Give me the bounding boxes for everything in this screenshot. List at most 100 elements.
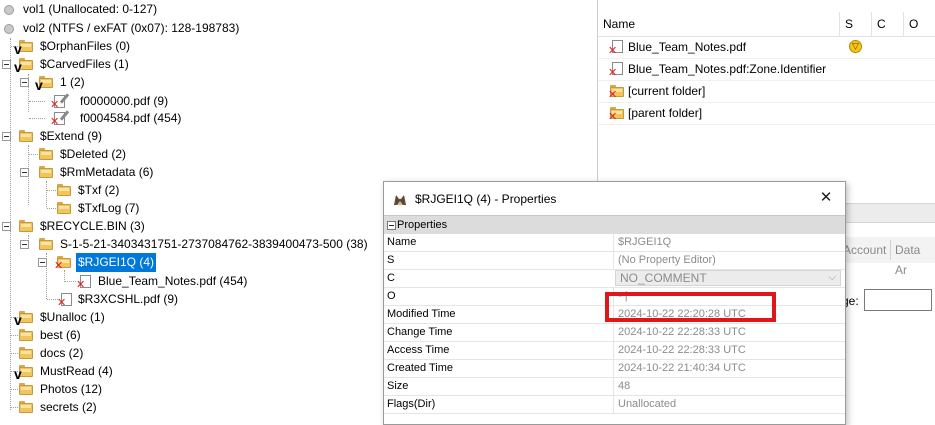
property-key: C xyxy=(387,272,395,284)
deleted-x-icon: ✕ xyxy=(608,89,618,101)
collapse-toggle-icon[interactable] xyxy=(2,222,11,231)
tree-node-label: Photos (12) xyxy=(40,382,103,396)
properties-section-header[interactable]: Properties xyxy=(384,215,845,234)
tree-node[interactable]: $Deleted (2) xyxy=(0,145,600,164)
list-row-name: Blue_Team_Notes.pdf xyxy=(628,40,747,54)
tree-node-label: $CarvedFiles (1) xyxy=(40,57,129,71)
chevron-down-icon: ⌵ xyxy=(828,272,836,283)
tree-node[interactable]: $RmMetadata (6) xyxy=(0,163,600,182)
collapse-toggle-icon[interactable] xyxy=(20,240,29,249)
tree-node-label: secrets (2) xyxy=(40,400,97,414)
comment-dropdown[interactable]: NO_COMMENT ⌵ xyxy=(615,270,841,286)
property-row[interactable]: Change Time 2024-10-22 22:28:33 UTC xyxy=(384,323,845,342)
section-label: Properties xyxy=(397,219,448,231)
disk-icon xyxy=(4,24,14,34)
tree-node-label: $OrphanFiles (0) xyxy=(40,39,131,53)
tree-node-label: docs (2) xyxy=(40,346,84,360)
tree-node-label: vol2 (NTFS / exFAT (0x07): 128-198783) xyxy=(23,21,240,35)
tree-node[interactable]: vol2 (NTFS / exFAT (0x07): 128-198783) xyxy=(0,19,600,38)
close-icon[interactable]: ✕ xyxy=(817,189,835,207)
property-key: Change Time xyxy=(387,326,453,338)
tree-node-label: vol1 (Unallocated: 0-127) xyxy=(23,2,158,16)
disk-icon xyxy=(4,5,14,15)
tree-node[interactable]: v $CarvedFiles (1) xyxy=(0,55,600,74)
autopsy-dog-icon xyxy=(394,195,406,205)
property-key: Created Time xyxy=(387,362,454,374)
tree-node-label: $TxfLog (7) xyxy=(78,201,140,215)
property-row[interactable]: Created Time 2024-10-22 21:40:34 UTC xyxy=(384,359,845,378)
checked-mark-icon: v xyxy=(14,366,22,382)
warning-icon: ▽ xyxy=(849,40,862,53)
property-row[interactable]: Access Time 2024-10-22 22:28:33 UTC xyxy=(384,341,845,360)
column-header-c[interactable]: C xyxy=(872,12,904,36)
property-key: Flags(Dir) xyxy=(387,398,436,410)
property-value: $RJGEI1Q xyxy=(613,233,671,251)
folder-icon xyxy=(39,148,53,160)
tree-node[interactable]: ✕ f0004584.pdf (454) xyxy=(0,109,600,128)
list-row[interactable]: ✕ Blue_Team_Notes.pdf ▽ xyxy=(598,36,935,59)
column-header-s[interactable]: S xyxy=(840,12,872,36)
tab-data-artifacts[interactable]: Data Ar xyxy=(890,240,935,277)
dialog-titlebar[interactable]: $RJGEI1Q (4) - Properties ✕ xyxy=(384,182,845,215)
checked-mark-icon: v xyxy=(14,59,22,75)
list-row-name: Blue_Team_Notes.pdf:Zone.Identifier xyxy=(628,62,827,76)
tree-node-label: best (6) xyxy=(40,328,81,342)
tree-node-label: 1 (2) xyxy=(60,75,85,89)
collapse-toggle-icon[interactable] xyxy=(20,78,29,87)
checked-mark-icon: v xyxy=(35,77,43,93)
tree-node-label: f0004584.pdf (454) xyxy=(80,111,182,125)
tree-node[interactable]: v $OrphanFiles (0) xyxy=(0,37,600,56)
checked-mark-icon: v xyxy=(14,41,22,57)
folder-icon xyxy=(39,238,53,250)
property-key: S xyxy=(387,254,395,266)
property-row[interactable]: Flags(Dir) Unallocated xyxy=(384,395,845,414)
list-row-name: [current folder] xyxy=(628,84,706,98)
tree-node-label: $RJGEI1Q (4) xyxy=(76,253,157,272)
tree-node[interactable]: vol1 (Unallocated: 0-127) xyxy=(0,0,600,19)
collapse-toggle-icon[interactable] xyxy=(38,258,47,267)
tree-node-label: $R3XCSHL.pdf (9) xyxy=(78,292,179,306)
folder-icon xyxy=(57,184,71,196)
tree-node-label: Blue_Team_Notes.pdf (454) xyxy=(98,274,248,288)
deleted-x-icon: ✕ xyxy=(608,45,618,57)
folder-icon xyxy=(19,220,33,232)
property-row[interactable]: Name $RJGEI1Q xyxy=(384,233,845,252)
list-row[interactable]: ✕ [current folder] xyxy=(598,80,935,103)
folder-icon xyxy=(19,383,33,395)
deleted-x-icon: ✕ xyxy=(54,260,64,272)
highlight-annotation-box xyxy=(605,292,776,322)
folder-icon xyxy=(19,130,33,142)
tree-node-label: $Deleted (2) xyxy=(60,147,127,161)
tree-node[interactable]: $Extend (9) xyxy=(0,127,600,146)
page-input[interactable] xyxy=(864,289,932,311)
column-header-name[interactable]: Name xyxy=(598,12,840,36)
list-row[interactable]: ✕ [parent folder] xyxy=(598,102,935,125)
collapse-toggle-icon[interactable] xyxy=(20,168,29,177)
deleted-x-icon: ✕ xyxy=(608,111,618,123)
collapse-toggle-icon[interactable] xyxy=(2,132,11,141)
property-key: O xyxy=(387,290,396,302)
property-key: Name xyxy=(387,236,417,248)
list-row-name: [parent folder] xyxy=(628,106,703,120)
tree-node-label: S-1-5-21-3403431751-2737084762-383940047… xyxy=(60,237,368,251)
collapse-toggle-icon[interactable] xyxy=(2,60,11,69)
tree-node-label: $Extend (9) xyxy=(40,129,103,143)
tree-node-label: $Unalloc (1) xyxy=(40,310,105,324)
collapse-toggle-icon[interactable] xyxy=(387,221,396,230)
tree-node-label: $RECYCLE.BIN (3) xyxy=(40,219,145,233)
folder-icon xyxy=(19,401,33,413)
property-row[interactable]: S (No Property Editor) xyxy=(384,251,845,270)
dropdown-selected-value: NO_COMMENT xyxy=(620,271,707,285)
list-header: Name S C O xyxy=(598,12,935,37)
column-header-o[interactable]: O xyxy=(904,12,935,36)
list-row[interactable]: ✕ Blue_Team_Notes.pdf:Zone.Identifier xyxy=(598,58,935,81)
tree-node-label: $Txf (2) xyxy=(78,183,120,197)
property-row[interactable]: Size 48 xyxy=(384,377,845,396)
folder-icon xyxy=(19,329,33,341)
tree-node[interactable]: v 1 (2) xyxy=(0,73,600,92)
property-key: Modified Time xyxy=(387,308,456,320)
property-value: 48 xyxy=(613,377,630,395)
folder-icon xyxy=(19,347,33,359)
property-row[interactable]: C NO_COMMENT ⌵ xyxy=(384,269,845,288)
property-value: (No Property Editor) xyxy=(613,251,716,269)
